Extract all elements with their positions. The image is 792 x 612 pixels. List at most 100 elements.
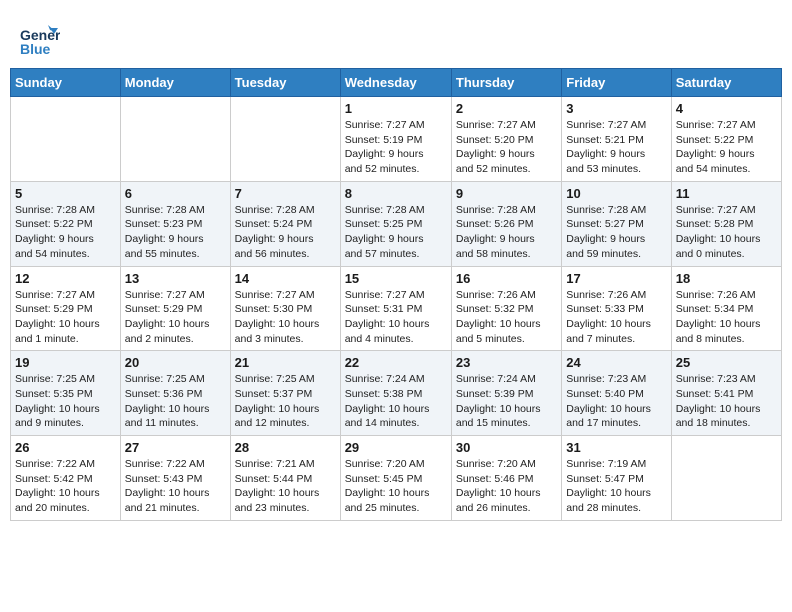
calendar-cell: 30 Sunrise: 7:20 AM Sunset: 5:46 PM Dayli… [451,436,561,521]
day-info: Sunrise: 7:28 AM Sunset: 5:23 PM Dayligh… [125,203,226,262]
calendar-cell: 17 Sunrise: 7:26 AM Sunset: 5:33 PM Dayli… [562,266,671,351]
day-number: 13 [125,271,226,286]
day-info: Sunrise: 7:27 AM Sunset: 5:22 PM Dayligh… [676,118,777,177]
calendar-cell: 23 Sunrise: 7:24 AM Sunset: 5:39 PM Dayli… [451,351,561,436]
day-number: 1 [345,101,447,116]
calendar-cell: 1 Sunrise: 7:27 AM Sunset: 5:19 PM Daylig… [340,97,451,182]
day-number: 19 [15,355,116,370]
calendar-cell: 31 Sunrise: 7:19 AM Sunset: 5:47 PM Dayli… [562,436,671,521]
day-number: 15 [345,271,447,286]
day-info: Sunrise: 7:27 AM Sunset: 5:31 PM Dayligh… [345,288,447,347]
day-info: Sunrise: 7:26 AM Sunset: 5:32 PM Dayligh… [456,288,557,347]
day-number: 18 [676,271,777,286]
day-info: Sunrise: 7:22 AM Sunset: 5:43 PM Dayligh… [125,457,226,516]
day-number: 16 [456,271,557,286]
day-number: 11 [676,186,777,201]
weekday-header-saturday: Saturday [671,69,781,97]
week-row-2: 5 Sunrise: 7:28 AM Sunset: 5:22 PM Daylig… [11,181,782,266]
day-number: 31 [566,440,666,455]
calendar-cell: 12 Sunrise: 7:27 AM Sunset: 5:29 PM Dayli… [11,266,121,351]
calendar-cell: 11 Sunrise: 7:27 AM Sunset: 5:28 PM Dayli… [671,181,781,266]
calendar-cell: 8 Sunrise: 7:28 AM Sunset: 5:25 PM Daylig… [340,181,451,266]
header: General Blue [10,10,782,68]
day-info: Sunrise: 7:26 AM Sunset: 5:33 PM Dayligh… [566,288,666,347]
day-info: Sunrise: 7:25 AM Sunset: 5:35 PM Dayligh… [15,372,116,431]
calendar-cell [671,436,781,521]
calendar-cell: 20 Sunrise: 7:25 AM Sunset: 5:36 PM Dayli… [120,351,230,436]
day-info: Sunrise: 7:28 AM Sunset: 5:22 PM Dayligh… [15,203,116,262]
day-info: Sunrise: 7:28 AM Sunset: 5:24 PM Dayligh… [235,203,336,262]
calendar-cell: 6 Sunrise: 7:28 AM Sunset: 5:23 PM Daylig… [120,181,230,266]
calendar-cell: 10Sunrise: 7:28 AM Sunset: 5:27 PM Dayli… [562,181,671,266]
day-info: Sunrise: 7:25 AM Sunset: 5:37 PM Dayligh… [235,372,336,431]
calendar-cell: 14Sunrise: 7:27 AM Sunset: 5:30 PM Dayli… [230,266,340,351]
day-info: Sunrise: 7:27 AM Sunset: 5:21 PM Dayligh… [566,118,666,177]
calendar-cell: 13 Sunrise: 7:27 AM Sunset: 5:29 PM Dayli… [120,266,230,351]
weekday-header-tuesday: Tuesday [230,69,340,97]
day-number: 22 [345,355,447,370]
day-number: 17 [566,271,666,286]
day-number: 29 [345,440,447,455]
day-number: 25 [676,355,777,370]
day-info: Sunrise: 7:28 AM Sunset: 5:26 PM Dayligh… [456,203,557,262]
day-number: 9 [456,186,557,201]
day-info: Sunrise: 7:24 AM Sunset: 5:39 PM Dayligh… [456,372,557,431]
day-number: 7 [235,186,336,201]
day-info: Sunrise: 7:24 AM Sunset: 5:38 PM Dayligh… [345,372,447,431]
day-info: Sunrise: 7:20 AM Sunset: 5:45 PM Dayligh… [345,457,447,516]
calendar-cell: 9 Sunrise: 7:28 AM Sunset: 5:26 PM Daylig… [451,181,561,266]
weekday-header-sunday: Sunday [11,69,121,97]
calendar-cell: 15 Sunrise: 7:27 AM Sunset: 5:31 PM Dayli… [340,266,451,351]
svg-text:Blue: Blue [20,41,51,57]
day-number: 10 [566,186,666,201]
day-info: Sunrise: 7:22 AM Sunset: 5:42 PM Dayligh… [15,457,116,516]
week-row-4: 19 Sunrise: 7:25 AM Sunset: 5:35 PM Dayli… [11,351,782,436]
day-info: Sunrise: 7:27 AM Sunset: 5:20 PM Dayligh… [456,118,557,177]
weekday-header-wednesday: Wednesday [340,69,451,97]
day-number: 5 [15,186,116,201]
day-info: Sunrise: 7:27 AM Sunset: 5:30 PM Dayligh… [235,288,336,347]
day-number: 30 [456,440,557,455]
day-number: 6 [125,186,226,201]
day-number: 26 [15,440,116,455]
calendar-cell: 26 Sunrise: 7:22 AM Sunset: 5:42 PM Dayli… [11,436,121,521]
day-number: 3 [566,101,666,116]
calendar-cell: 16 Sunrise: 7:26 AM Sunset: 5:32 PM Dayli… [451,266,561,351]
day-info: Sunrise: 7:20 AM Sunset: 5:46 PM Dayligh… [456,457,557,516]
day-info: Sunrise: 7:21 AM Sunset: 5:44 PM Dayligh… [235,457,336,516]
calendar-cell: 5 Sunrise: 7:28 AM Sunset: 5:22 PM Daylig… [11,181,121,266]
day-number: 2 [456,101,557,116]
day-info: Sunrise: 7:26 AM Sunset: 5:34 PM Dayligh… [676,288,777,347]
calendar-cell: 7 Sunrise: 7:28 AM Sunset: 5:24 PM Daylig… [230,181,340,266]
day-number: 24 [566,355,666,370]
day-info: Sunrise: 7:19 AM Sunset: 5:47 PM Dayligh… [566,457,666,516]
day-number: 23 [456,355,557,370]
calendar-cell: 27 Sunrise: 7:22 AM Sunset: 5:43 PM Dayli… [120,436,230,521]
week-row-5: 26 Sunrise: 7:22 AM Sunset: 5:42 PM Dayli… [11,436,782,521]
day-number: 20 [125,355,226,370]
day-info: Sunrise: 7:27 AM Sunset: 5:29 PM Dayligh… [125,288,226,347]
logo: General Blue [20,20,64,60]
day-info: Sunrise: 7:27 AM Sunset: 5:28 PM Dayligh… [676,203,777,262]
day-number: 12 [15,271,116,286]
calendar-cell: 28Sunrise: 7:21 AM Sunset: 5:44 PM Dayli… [230,436,340,521]
day-info: Sunrise: 7:23 AM Sunset: 5:41 PM Dayligh… [676,372,777,431]
day-number: 21 [235,355,336,370]
day-number: 27 [125,440,226,455]
day-info: Sunrise: 7:25 AM Sunset: 5:36 PM Dayligh… [125,372,226,431]
weekday-header-monday: Monday [120,69,230,97]
day-number: 8 [345,186,447,201]
day-info: Sunrise: 7:27 AM Sunset: 5:29 PM Dayligh… [15,288,116,347]
calendar-cell: 4Sunrise: 7:27 AM Sunset: 5:22 PM Daylig… [671,97,781,182]
day-info: Sunrise: 7:27 AM Sunset: 5:19 PM Dayligh… [345,118,447,177]
calendar-cell: 18 Sunrise: 7:26 AM Sunset: 5:34 PM Dayli… [671,266,781,351]
calendar-cell [120,97,230,182]
day-info: Sunrise: 7:28 AM Sunset: 5:25 PM Dayligh… [345,203,447,262]
weekday-header-friday: Friday [562,69,671,97]
day-info: Sunrise: 7:23 AM Sunset: 5:40 PM Dayligh… [566,372,666,431]
calendar-cell: 29 Sunrise: 7:20 AM Sunset: 5:45 PM Dayli… [340,436,451,521]
calendar-table: SundayMondayTuesdayWednesdayThursdayFrid… [10,68,782,521]
calendar-cell: 22 Sunrise: 7:24 AM Sunset: 5:38 PM Dayli… [340,351,451,436]
calendar-cell: 24 Sunrise: 7:23 AM Sunset: 5:40 PM Dayli… [562,351,671,436]
calendar-cell: 3 Sunrise: 7:27 AM Sunset: 5:21 PM Daylig… [562,97,671,182]
